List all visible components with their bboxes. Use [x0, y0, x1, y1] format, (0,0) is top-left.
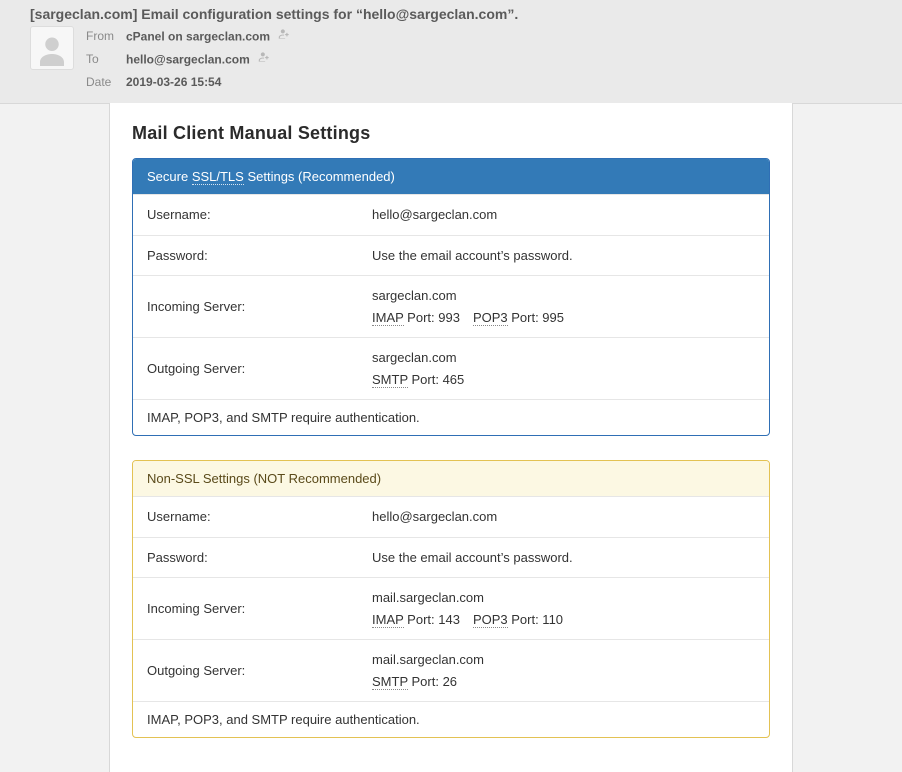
date-value: 2019-03-26 15:54	[126, 75, 221, 89]
incoming-value: sargeclan.com IMAP Port: 993 POP3 Port: …	[372, 286, 755, 327]
password-value: Use the email account’s password.	[372, 548, 755, 568]
incoming-host: mail.sargeclan.com	[372, 588, 755, 608]
to-value: hello@sargeclan.com	[126, 53, 250, 67]
add-contact-icon[interactable]	[257, 50, 271, 69]
smtp-abbr: SMTP	[372, 674, 408, 690]
nonssl-footer: IMAP, POP3, and SMTP require authenticat…	[133, 701, 769, 737]
pop3-abbr: POP3	[473, 310, 508, 326]
username-label: Username:	[147, 207, 372, 222]
table-row: Outgoing Server: sargeclan.com SMTP Port…	[133, 337, 769, 399]
smtp-abbr: SMTP	[372, 372, 408, 388]
imap-abbr: IMAP	[372, 612, 404, 628]
incoming-value: mail.sargeclan.com IMAP Port: 143 POP3 P…	[372, 588, 755, 629]
table-row: Outgoing Server: mail.sargeclan.com SMTP…	[133, 639, 769, 701]
email-viewer: [sargeclan.com] Email configuration sett…	[0, 0, 902, 772]
message-body: Mail Client Manual Settings Secure SSL/T…	[0, 104, 902, 772]
username-value: hello@sargeclan.com	[372, 205, 755, 225]
table-row: Username: hello@sargeclan.com	[133, 194, 769, 235]
secure-footer: IMAP, POP3, and SMTP require authenticat…	[133, 399, 769, 435]
from-value: cPanel on sargeclan.com	[126, 30, 270, 44]
outgoing-host: sargeclan.com	[372, 348, 755, 368]
password-label: Password:	[147, 550, 372, 565]
content-card: Mail Client Manual Settings Secure SSL/T…	[109, 103, 793, 772]
to-label: To	[86, 51, 124, 72]
date-label: Date	[86, 74, 124, 93]
incoming-label: Incoming Server:	[147, 299, 372, 314]
outgoing-label: Outgoing Server:	[147, 663, 372, 678]
message-subject: [sargeclan.com] Email configuration sett…	[12, 6, 890, 22]
outgoing-value: mail.sargeclan.com SMTP Port: 26	[372, 650, 755, 691]
pop3-abbr: POP3	[473, 612, 508, 628]
imap-abbr: IMAP	[372, 310, 404, 326]
avatar	[30, 26, 74, 70]
message-header: [sargeclan.com] Email configuration sett…	[0, 0, 902, 104]
table-row: Username: hello@sargeclan.com	[133, 496, 769, 537]
table-row: Incoming Server: mail.sargeclan.com IMAP…	[133, 577, 769, 639]
table-row: Password: Use the email account’s passwo…	[133, 537, 769, 578]
secure-settings-panel: Secure SSL/TLS Settings (Recommended) Us…	[132, 158, 770, 436]
username-value: hello@sargeclan.com	[372, 507, 755, 527]
add-contact-icon[interactable]	[277, 27, 291, 46]
password-value: Use the email account’s password.	[372, 246, 755, 266]
incoming-host: sargeclan.com	[372, 286, 755, 306]
ssl-tls-abbr: SSL/TLS	[192, 169, 244, 185]
password-label: Password:	[147, 248, 372, 263]
outgoing-host: mail.sargeclan.com	[372, 650, 755, 670]
table-row: Incoming Server: sargeclan.com IMAP Port…	[133, 275, 769, 337]
outgoing-value: sargeclan.com SMTP Port: 465	[372, 348, 755, 389]
page-title: Mail Client Manual Settings	[132, 123, 770, 144]
header-fields: From cPanel on sargeclan.com To hello@sa…	[84, 26, 303, 95]
table-row: Password: Use the email account’s passwo…	[133, 235, 769, 276]
nonssl-panel-heading: Non-SSL Settings (NOT Recommended)	[133, 461, 769, 496]
nonssl-settings-panel: Non-SSL Settings (NOT Recommended) Usern…	[132, 460, 770, 738]
outgoing-label: Outgoing Server:	[147, 361, 372, 376]
incoming-label: Incoming Server:	[147, 601, 372, 616]
from-label: From	[86, 28, 124, 49]
username-label: Username:	[147, 509, 372, 524]
secure-panel-heading: Secure SSL/TLS Settings (Recommended)	[133, 159, 769, 194]
